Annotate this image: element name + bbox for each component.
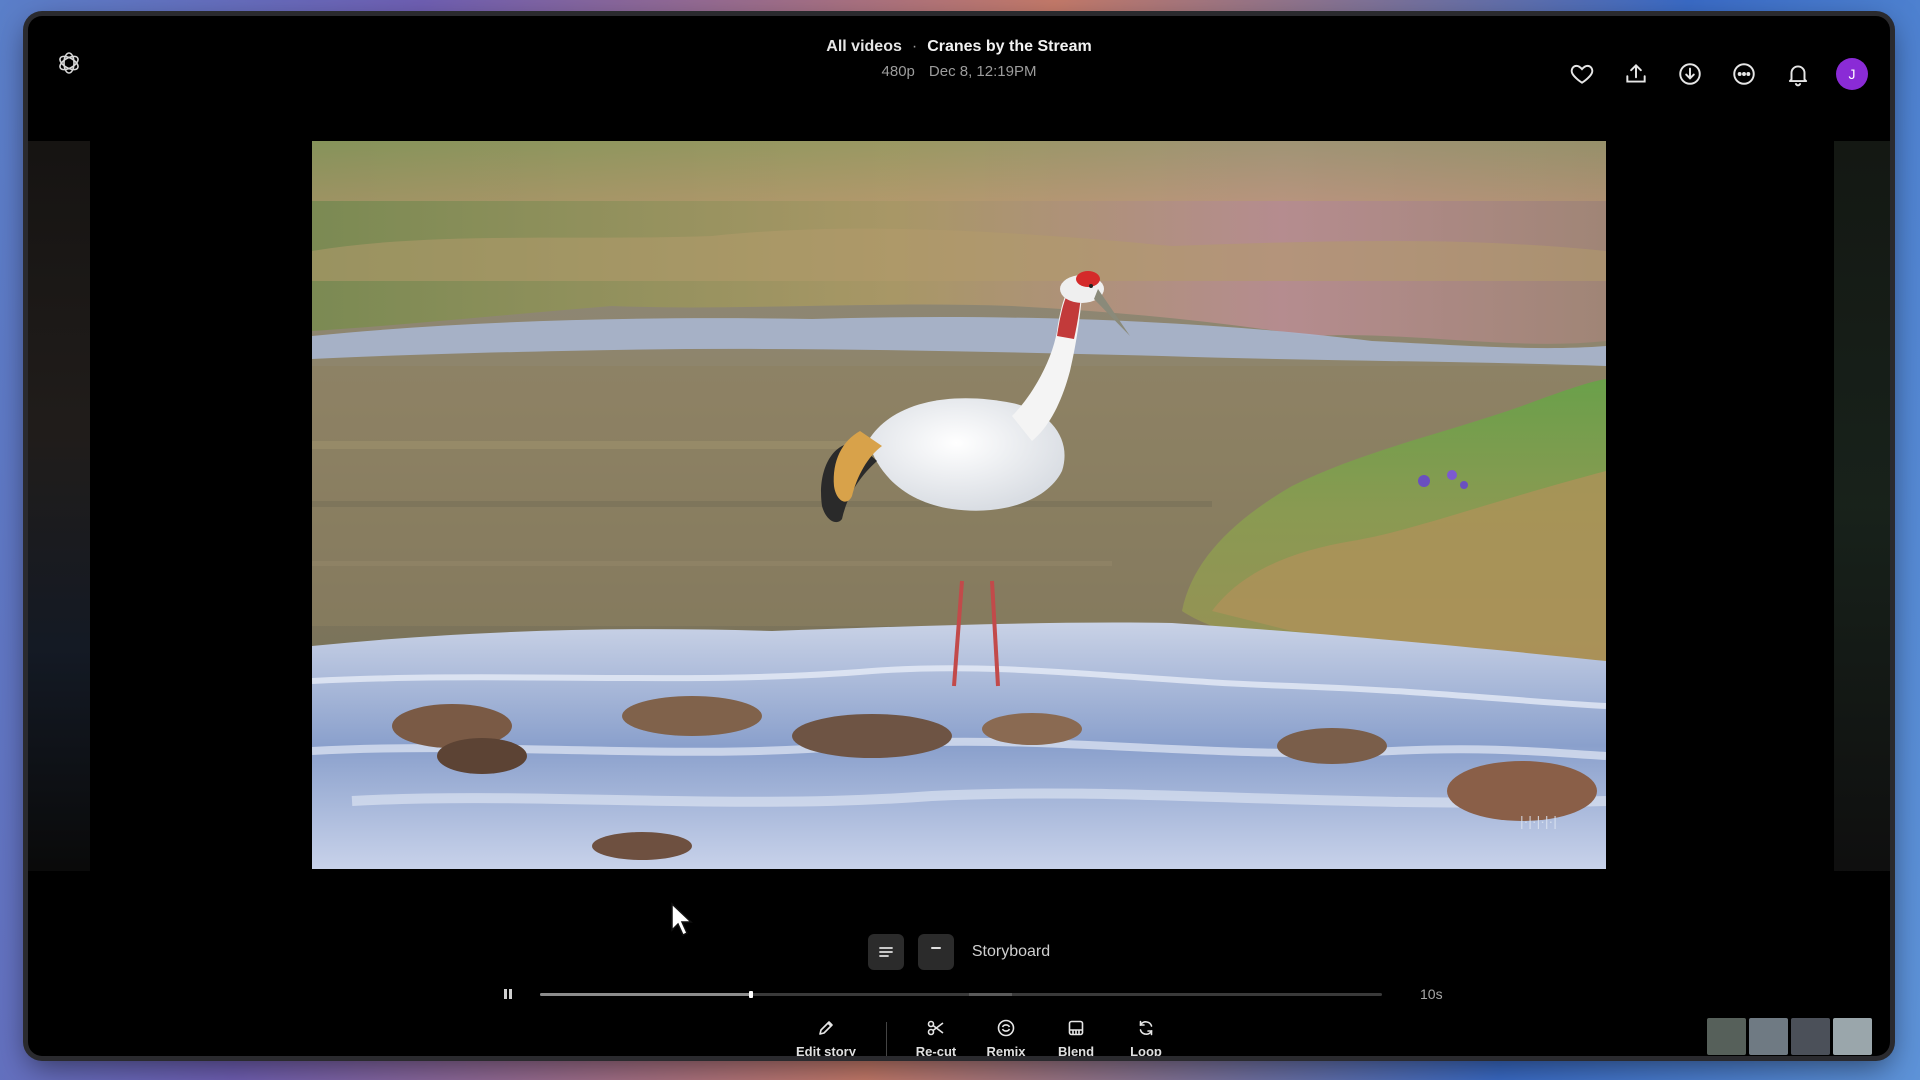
breadcrumb: All videos · Cranes by the Stream bbox=[28, 38, 1890, 56]
pencil-icon bbox=[816, 1016, 836, 1040]
toolbar-divider bbox=[886, 1022, 887, 1056]
timeline-progress bbox=[540, 993, 751, 996]
text-view-button[interactable] bbox=[867, 934, 904, 970]
loop-button[interactable]: Loop bbox=[1111, 1016, 1181, 1056]
pause-icon bbox=[504, 989, 512, 999]
breadcrumb-separator: · bbox=[911, 38, 918, 55]
edit-story-button[interactable]: Edit story bbox=[780, 1016, 872, 1056]
video-window: All videos · Cranes by the Stream 480p Dec … bbox=[28, 16, 1890, 1056]
blend-label: Blend bbox=[1057, 1044, 1095, 1056]
thumbnail[interactable] bbox=[1791, 1018, 1830, 1055]
video-title: Cranes by the Stream bbox=[927, 38, 1092, 55]
storyboard-bar: Storyboard bbox=[28, 934, 1890, 970]
video-frame: |·|·|·|·| bbox=[312, 141, 1606, 869]
edit-toolbar: Edit story Re-cut Remix Blend Loop bbox=[780, 1016, 1181, 1056]
download-icon[interactable] bbox=[1674, 58, 1706, 90]
more-icon[interactable] bbox=[1728, 58, 1760, 90]
blend-button[interactable]: Blend bbox=[1041, 1016, 1111, 1056]
storyboard-label[interactable]: Storyboard bbox=[972, 943, 1050, 961]
bell-icon[interactable] bbox=[1782, 58, 1814, 90]
loop-icon bbox=[1136, 1016, 1156, 1040]
pause-button[interactable] bbox=[498, 984, 518, 1004]
edit-story-label: Edit story bbox=[796, 1044, 856, 1056]
timeline-handle[interactable] bbox=[748, 991, 753, 998]
remix-label: Remix bbox=[986, 1044, 1026, 1056]
recut-label: Re-cut bbox=[915, 1044, 957, 1056]
timeline-buffered bbox=[969, 993, 1012, 996]
timestamp-label: Dec 8, 12:19PM bbox=[928, 63, 1037, 80]
next-video-preview[interactable] bbox=[1834, 141, 1890, 871]
share-icon[interactable] bbox=[1620, 58, 1652, 90]
timeline: 10s bbox=[498, 984, 1448, 1004]
storyboard-view-button[interactable] bbox=[917, 934, 954, 970]
loop-label: Loop bbox=[1130, 1044, 1162, 1056]
minus-icon bbox=[930, 947, 941, 949]
duration-label: 10s bbox=[1420, 986, 1443, 1002]
remix-icon bbox=[996, 1016, 1016, 1040]
thumbnail[interactable] bbox=[1833, 1018, 1872, 1055]
resolution-label: 480p bbox=[881, 63, 915, 80]
previous-video-preview[interactable] bbox=[28, 141, 90, 871]
breadcrumb-all-videos[interactable]: All videos bbox=[826, 38, 902, 55]
avatar[interactable]: J bbox=[1836, 58, 1868, 90]
thumbnail-strip bbox=[1707, 1018, 1872, 1055]
heart-icon[interactable] bbox=[1566, 58, 1598, 90]
recut-button[interactable]: Re-cut bbox=[901, 1016, 971, 1056]
timeline-track[interactable] bbox=[540, 991, 1382, 998]
thumbnail[interactable] bbox=[1707, 1018, 1746, 1055]
scissors-icon bbox=[926, 1016, 946, 1040]
header-actions: J bbox=[1566, 58, 1868, 90]
video-watermark: |·|·|·|·| bbox=[1520, 813, 1557, 829]
thumbnail[interactable] bbox=[1749, 1018, 1788, 1055]
remix-button[interactable]: Remix bbox=[971, 1016, 1041, 1056]
video-player[interactable]: |·|·|·|·| bbox=[312, 141, 1606, 869]
mouse-pointer-icon bbox=[670, 902, 696, 943]
text-lines-icon bbox=[878, 947, 893, 957]
blend-icon bbox=[1066, 1016, 1086, 1040]
top-bar: All videos · Cranes by the Stream 480p Dec … bbox=[28, 16, 1890, 126]
